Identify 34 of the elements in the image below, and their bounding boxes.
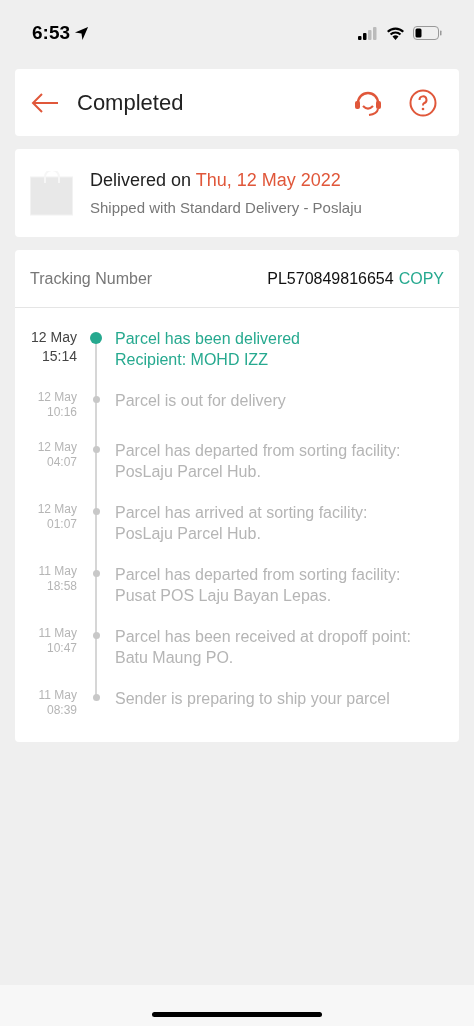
wifi-icon (386, 26, 405, 40)
event-date: 11 May (38, 564, 77, 579)
event-description: Parcel is out for delivery (115, 391, 286, 411)
event-description: Parcel has been received at dropoff point: Batu Maung PO. (115, 627, 411, 668)
event-description: Parcel has departed from sorting facility: Pusat POS Laju Bayan Lepas. (115, 565, 401, 606)
delivery-status: Delivered on Thu, 12 May 2022 (90, 168, 342, 192)
event-time: 04:07 (46, 455, 77, 470)
copy-button[interactable]: COPY (398, 266, 444, 291)
signal-icon (358, 26, 378, 40)
event-time: 01:07 (46, 517, 77, 532)
location-arrow-icon (74, 25, 90, 41)
event-date: 12 May (37, 502, 77, 517)
status-time: 6:53 (32, 20, 71, 45)
shipping-method: Shipped with Standard Delivery - Poslaju (90, 197, 362, 218)
event-time: 18:58 (46, 579, 77, 594)
page-title: Completed (77, 89, 185, 117)
event-time: 15:14 (41, 347, 77, 366)
tracking-number: PL570849816654 (267, 268, 394, 289)
event-time: 08:39 (46, 703, 77, 718)
event-description: Sender is preparing to ship your parcel (115, 689, 390, 709)
battery-icon (413, 26, 442, 40)
help-icon[interactable] (409, 88, 437, 117)
event-time: 10:16 (46, 405, 77, 420)
event-date: 11 May (38, 688, 77, 703)
event-description: Parcel has departed from sorting facility: PosLaju Parcel Hub. (115, 441, 401, 482)
event-date: 12 May (37, 440, 77, 455)
event-description: Parcel has arrived at sorting facility: PosLaju Parcel Hub. (115, 503, 368, 544)
event-date: 11 May (38, 626, 77, 641)
back-arrow-icon[interactable] (31, 91, 59, 114)
event-description: Parcel has been delivered Recipient: MOHD IZZ (115, 329, 300, 370)
event-time: 10:47 (46, 641, 77, 656)
event-date: 12 May (37, 390, 77, 405)
event-date: 12 May (31, 328, 77, 347)
tracking-label: Tracking Number (30, 268, 154, 289)
